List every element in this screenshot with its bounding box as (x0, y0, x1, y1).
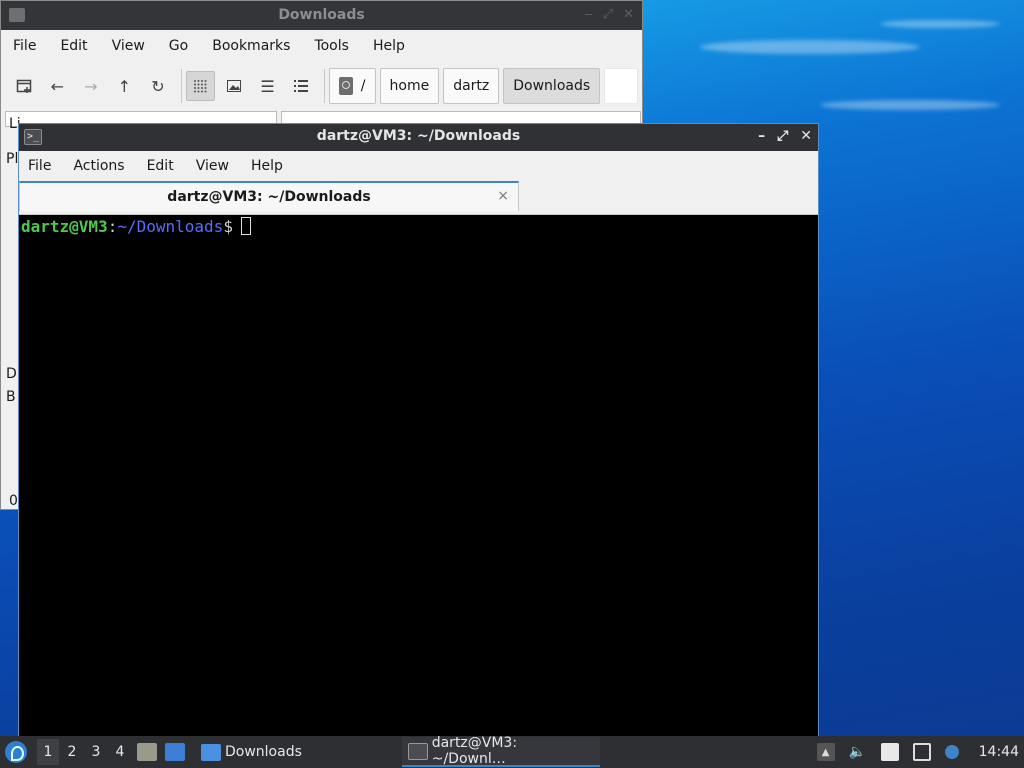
breadcrumb-empty[interactable] (604, 68, 638, 104)
compact-view-icon[interactable]: ☰ (253, 71, 283, 101)
terminal-tab[interactable]: dartz@VM3: ~/Downloads × (19, 181, 519, 211)
menu-file[interactable]: File (13, 38, 48, 54)
toolbar: ← → ↑ ↻ ☰ / home dartz Downloads (1, 62, 642, 110)
network-icon[interactable] (912, 743, 931, 761)
close-icon[interactable]: ✕ (800, 128, 812, 144)
prompt-dollar: $ (223, 217, 233, 236)
window-title: dartz@VM3: ~/Downloads (316, 128, 521, 144)
task-downloads[interactable]: Downloads (195, 737, 308, 767)
side-pane-label-places[interactable]: Pl (6, 151, 18, 167)
close-tab-icon[interactable]: × (497, 188, 509, 204)
desktop-wallpaper-glint (700, 40, 920, 54)
terminal-titlebar[interactable]: >_ dartz@VM3: ~/Downloads – ⤢ ✕ (19, 124, 818, 151)
menu-help[interactable]: Help (251, 158, 283, 174)
workspace-2[interactable]: 2 (61, 739, 83, 765)
icon-view-icon[interactable] (185, 71, 216, 101)
task-terminal[interactable]: dartz@VM3: ~/Downl… (401, 735, 600, 767)
prompt-path: ~/Downloads (117, 217, 224, 236)
workspace-3[interactable]: 3 (85, 739, 107, 765)
reload-icon[interactable]: ↻ (143, 71, 173, 101)
volume-icon[interactable]: 🔈 (849, 743, 867, 761)
breadcrumb-downloads[interactable]: Downloads (503, 68, 601, 104)
task-label: dartz@VM3: ~/Downl… (431, 735, 518, 767)
terminal-icon (407, 742, 428, 760)
drive-icon (338, 77, 353, 95)
clipboard-icon[interactable] (880, 743, 899, 761)
task-label: Downloads (225, 744, 302, 760)
menu-edit[interactable]: Edit (147, 158, 174, 174)
breadcrumb-dartz[interactable]: dartz (443, 68, 500, 104)
forward-arrow-icon[interactable]: → (76, 71, 106, 101)
menu-file[interactable]: File (28, 158, 51, 174)
workspace-1[interactable]: 1 (37, 739, 59, 765)
tray-expand-icon[interactable]: ▲ (816, 743, 835, 761)
menu-view[interactable]: View (196, 158, 229, 174)
menu-edit[interactable]: Edit (60, 38, 99, 54)
breadcrumb-home[interactable]: home (379, 68, 440, 104)
show-desktop-icon[interactable] (165, 743, 185, 761)
back-arrow-icon[interactable]: ← (43, 71, 73, 101)
menu-go[interactable]: Go (169, 38, 200, 54)
menu-view[interactable]: View (112, 38, 157, 54)
menubar: File Actions Edit View Help (19, 151, 818, 181)
side-pane-item[interactable]: D (6, 366, 17, 382)
side-pane-item[interactable]: B (6, 389, 16, 405)
app-menu-icon[interactable] (5, 741, 27, 763)
text-cursor (240, 217, 251, 235)
terminal-window[interactable]: >_ dartz@VM3: ~/Downloads – ⤢ ✕ File Act… (18, 123, 819, 743)
workspace-4[interactable]: 4 (109, 739, 131, 765)
window-title: Downloads (278, 7, 365, 23)
update-notifier-icon[interactable] (944, 745, 959, 759)
prompt-colon: : (107, 217, 118, 236)
file-manager-launcher-icon[interactable] (137, 743, 157, 761)
detailed-list-view-icon[interactable] (286, 71, 316, 101)
menu-help[interactable]: Help (373, 38, 417, 54)
minimize-icon[interactable]: ‒ (584, 7, 592, 22)
menu-actions[interactable]: Actions (73, 158, 124, 174)
menubar: File Edit View Go Bookmarks Tools Help (1, 30, 642, 62)
tab-label: dartz@VM3: ~/Downloads (167, 189, 371, 205)
system-tray: ▲ 🔈 14:44 (816, 736, 1024, 768)
desktop-wallpaper-glint (880, 20, 1000, 28)
terminal-screen[interactable]: dartz@VM3:~/Downloads$ (19, 215, 818, 742)
taskbar: 1 2 3 4 Downloads dartz@VM3: ~/Downl… ▲ … (0, 735, 1024, 768)
close-icon[interactable]: ✕ (623, 7, 634, 22)
file-manager-titlebar[interactable]: Downloads ‒ ⤢ ✕ (1, 1, 642, 30)
menu-tools[interactable]: Tools (314, 38, 361, 54)
maximize-icon[interactable]: ⤢ (777, 128, 788, 144)
clock[interactable]: 14:44 (979, 744, 1019, 760)
toolbar-separator (180, 69, 182, 103)
breadcrumb-root-label: / (360, 78, 366, 94)
new-tab-icon[interactable] (9, 71, 39, 101)
prompt-user-host: dartz@VM3 (21, 217, 108, 236)
status-bar-text: 0 (9, 493, 18, 509)
thumbnail-view-icon[interactable] (219, 71, 249, 101)
menu-bookmarks[interactable]: Bookmarks (212, 38, 302, 54)
folder-icon (201, 743, 221, 761)
minimize-icon[interactable]: – (758, 128, 765, 144)
breadcrumb-root[interactable]: / (328, 68, 376, 104)
tab-bar: dartz@VM3: ~/Downloads × (19, 181, 818, 215)
desktop-wallpaper-glint (820, 100, 1000, 110)
toolbar-separator (323, 69, 325, 103)
up-arrow-icon[interactable]: ↑ (110, 71, 140, 101)
maximize-icon[interactable]: ⤢ (603, 7, 613, 22)
